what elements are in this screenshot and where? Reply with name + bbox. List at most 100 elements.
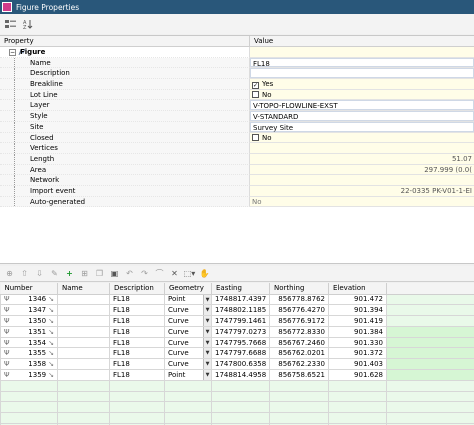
empty-cell[interactable] — [0, 401, 58, 414]
cell-easting[interactable]: 1747800.6358 — [211, 358, 270, 371]
collapse-icon[interactable]: − — [9, 49, 16, 56]
column-header-name[interactable]: Name — [57, 283, 110, 295]
empty-cell[interactable] — [109, 401, 165, 414]
column-header-geometry[interactable]: Geometry — [164, 283, 212, 295]
cell-easting[interactable]: 1747795.7668 — [211, 336, 270, 349]
empty-cell[interactable] — [164, 401, 212, 414]
point-link-icon[interactable]: ↘ — [48, 295, 54, 303]
cell-geometry[interactable]: Point ▼ — [164, 369, 212, 381]
empty-cell[interactable] — [109, 412, 165, 425]
cell-description[interactable]: FL18 — [109, 358, 165, 371]
property-value-field[interactable] — [250, 68, 474, 79]
property-value-field[interactable]: V-STANDARD — [250, 111, 474, 121]
point-link-icon[interactable]: ↘ — [48, 306, 54, 314]
property-checkbox[interactable] — [252, 133, 259, 141]
property-row[interactable]: Closed No — [0, 132, 474, 144]
property-row[interactable]: Length 51.07 — [0, 153, 474, 165]
cell-elevation[interactable]: 901.384 — [328, 325, 387, 338]
figure-category-row[interactable]: − Figure — [0, 47, 474, 58]
empty-cell[interactable] — [164, 379, 212, 392]
cell-name[interactable] — [57, 347, 110, 360]
cell-description[interactable]: FL18 — [109, 315, 165, 327]
empty-cell[interactable] — [386, 379, 474, 392]
cell-elevation[interactable]: 901.372 — [328, 347, 387, 360]
cell-description[interactable]: FL18 — [109, 325, 165, 338]
cell-number[interactable]: Ψ 1354 ↘ — [0, 336, 58, 349]
empty-cell[interactable] — [211, 390, 270, 403]
table-row[interactable]: Ψ 1346 ↘ FL18 Point ▼ 1748817.4397 856778.8762 9… — [0, 293, 474, 306]
table-row[interactable]: Ψ 1359 ↘ FL18 Point ▼ 1748814.4958 856758.6521 9… — [0, 369, 474, 381]
property-row[interactable]: Lot Line No — [0, 89, 474, 101]
cell-description[interactable]: FL18 — [109, 336, 165, 349]
cell-number[interactable]: Ψ 1359 ↘ — [0, 369, 58, 381]
empty-cell[interactable] — [269, 401, 329, 414]
move-up-icon[interactable]: ⇧ — [19, 268, 30, 279]
point-link-icon[interactable]: ↘ — [48, 349, 54, 357]
chevron-down-icon[interactable]: ▼ — [203, 370, 211, 380]
cell-description[interactable]: FL18 — [109, 304, 165, 317]
sort-alpha-icon[interactable]: AZ — [22, 18, 34, 30]
cell-elevation[interactable]: 901.403 — [328, 358, 387, 371]
chevron-down-icon[interactable]: ▼ — [203, 348, 211, 358]
cell-number[interactable]: Ψ 1358 ↘ — [0, 358, 58, 371]
chevron-down-icon[interactable]: ▼ — [203, 316, 211, 326]
table-row[interactable]: Ψ 1351 ↘ FL18 Curve ▼ 1747797.0273 856772.8330 9… — [0, 325, 474, 338]
empty-cell[interactable] — [109, 390, 165, 403]
cell-geometry[interactable]: Curve ▼ — [164, 336, 212, 349]
empty-cell[interactable] — [0, 412, 58, 425]
cell-geometry[interactable]: Curve ▼ — [164, 304, 212, 317]
empty-cell[interactable] — [386, 412, 474, 425]
chevron-down-icon[interactable]: ▼ — [203, 294, 211, 304]
chevron-down-icon[interactable]: ▼ — [203, 305, 211, 315]
property-row[interactable]: Auto-generated No — [0, 196, 474, 208]
empty-cell[interactable] — [164, 390, 212, 403]
empty-row[interactable] — [0, 401, 474, 414]
empty-cell[interactable] — [386, 401, 474, 414]
cell-easting[interactable]: 1747797.0273 — [211, 325, 270, 338]
table-row[interactable]: Ψ 1354 ↘ FL18 Curve ▼ 1747795.7668 856767.2460 9… — [0, 336, 474, 349]
edit-icon[interactable]: ✎ — [49, 268, 60, 279]
cell-name[interactable] — [57, 336, 110, 349]
property-row[interactable]: Description — [0, 68, 474, 80]
empty-cell[interactable] — [269, 379, 329, 392]
chevron-down-icon[interactable]: ▼ — [203, 338, 211, 348]
cell-number[interactable]: Ψ 1350 ↘ — [0, 315, 58, 327]
empty-cell[interactable] — [109, 379, 165, 392]
empty-row[interactable] — [0, 390, 474, 403]
empty-cell[interactable] — [328, 390, 387, 403]
column-header-northing[interactable]: Northing — [269, 283, 329, 295]
table-row[interactable]: Ψ 1358 ↘ FL18 Curve ▼ 1747800.6358 856762.2330 9… — [0, 358, 474, 371]
property-row[interactable]: Vertices — [0, 143, 474, 154]
insert-icon[interactable]: ⊞ — [79, 268, 90, 279]
empty-cell[interactable] — [57, 401, 110, 414]
cell-name[interactable] — [57, 304, 110, 317]
empty-cell[interactable] — [0, 390, 58, 403]
point-link-icon[interactable]: ↘ — [48, 371, 54, 379]
property-value-field[interactable]: FL18 — [250, 57, 474, 68]
curve-icon[interactable]: ⌒ — [154, 268, 165, 279]
empty-cell[interactable] — [211, 412, 270, 425]
cell-elevation[interactable]: 901.419 — [328, 315, 387, 327]
cell-geometry[interactable]: Point ▼ — [164, 293, 212, 306]
property-row[interactable]: Import event 22-0335 PK-V01-1-EI — [0, 185, 474, 197]
property-row[interactable]: Network — [0, 175, 474, 186]
cell-name[interactable] — [57, 315, 110, 327]
property-value-field[interactable]: V-TOPO-FLOWLINE-EXST — [250, 100, 474, 110]
import-icon[interactable]: ▣ — [109, 268, 120, 279]
cell-elevation[interactable]: 901.330 — [328, 336, 387, 349]
delete-icon[interactable]: ✕ — [169, 268, 180, 279]
empty-cell[interactable] — [0, 379, 58, 392]
empty-cell[interactable] — [328, 412, 387, 425]
empty-cell[interactable] — [57, 390, 110, 403]
empty-cell[interactable] — [269, 390, 329, 403]
cell-geometry[interactable]: Curve ▼ — [164, 315, 212, 327]
select-icon[interactable]: ⬚▾ — [184, 268, 196, 279]
cell-northing[interactable]: 856758.6521 — [269, 369, 329, 381]
empty-cell[interactable] — [211, 401, 270, 414]
table-row[interactable]: Ψ 1350 ↘ FL18 Curve ▼ 1747799.1461 856776.9172 9… — [0, 315, 474, 327]
property-row[interactable]: Site Survey Site — [0, 121, 474, 133]
empty-cell[interactable] — [328, 401, 387, 414]
redo-icon[interactable]: ↷ — [139, 268, 150, 279]
cell-description[interactable]: FL18 — [109, 369, 165, 381]
cell-elevation[interactable]: 901.628 — [328, 369, 387, 381]
